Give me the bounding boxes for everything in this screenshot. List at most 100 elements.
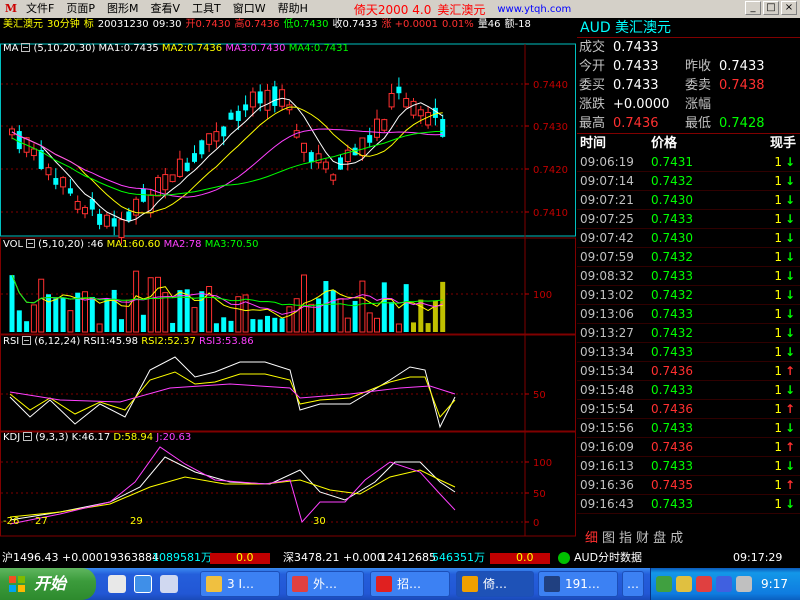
task-button[interactable]: 3 I… xyxy=(200,571,280,597)
trade-volume: 1 xyxy=(774,250,782,264)
panel-tab[interactable]: 财 xyxy=(634,527,651,546)
task-button[interactable]: 191… xyxy=(538,571,618,597)
close-button[interactable]: × xyxy=(781,1,797,15)
desktop-icon[interactable] xyxy=(160,575,178,593)
minimize-button[interactable]: _ xyxy=(745,1,761,15)
tray-network-icon[interactable] xyxy=(676,576,692,592)
kdj-tick-0-label: 0 xyxy=(533,518,539,529)
trade-list[interactable]: 09:06:19 0.7431 1 ↓ 09:07:14 0.7432 1 ↓ 09:07:21… xyxy=(577,153,800,514)
arrow-up-icon: ↑ xyxy=(784,364,795,378)
period-label[interactable]: 30分钟 xyxy=(47,18,80,32)
collapse-icon[interactable] xyxy=(26,239,36,248)
bar-low: 低0.7430 xyxy=(283,19,329,30)
browser-icon[interactable] xyxy=(134,575,152,593)
trade-price: 0.7436 xyxy=(651,364,693,378)
trade-time: 09:15:56 xyxy=(580,421,634,435)
trade-row[interactable]: 09:13:02 0.7432 1 ↓ xyxy=(577,286,800,305)
trade-row[interactable]: 09:13:06 0.7433 1 ↓ xyxy=(577,305,800,324)
candle-body xyxy=(249,91,256,108)
trade-row[interactable]: 09:16:43 0.7433 1 ↓ xyxy=(577,495,800,514)
trade-price: 0.7433 xyxy=(651,212,693,226)
trade-row[interactable]: 09:07:59 0.7432 1 ↓ xyxy=(577,248,800,267)
candle-body xyxy=(330,174,337,181)
ma-legend: MA (5,10,20,30) MA1:0.7435 MA2:0.7436 MA3… xyxy=(3,43,349,55)
menu-file[interactable]: 文件F xyxy=(20,0,60,18)
trade-row[interactable]: 09:15:48 0.7433 1 ↓ xyxy=(577,381,800,400)
volume-bar xyxy=(411,322,416,332)
volume-bar xyxy=(170,322,176,332)
start-button[interactable]: 开始 xyxy=(0,568,96,600)
trade-row[interactable]: 09:16:13 0.7433 1 ↓ xyxy=(577,457,800,476)
kdj-panel-frame xyxy=(0,431,576,537)
collapse-icon[interactable] xyxy=(22,336,32,345)
task-button[interactable]: 招… xyxy=(370,571,450,597)
system-tray: 9:17 xyxy=(650,568,800,600)
volume-bar xyxy=(366,312,373,333)
collapse-icon[interactable] xyxy=(23,432,33,441)
trade-row[interactable]: 09:07:14 0.7432 1 ↓ xyxy=(577,172,800,191)
trade-row[interactable]: 09:15:56 0.7433 1 ↓ xyxy=(577,419,800,438)
windows-flag-icon xyxy=(9,576,25,592)
arrow-down-icon: ↓ xyxy=(784,326,795,340)
sz-volume: 12412685 xyxy=(380,551,436,564)
window-icon xyxy=(292,576,308,592)
ma-params: (5,10,20,30) xyxy=(33,43,96,54)
quote-key: 最高 xyxy=(579,116,606,131)
candle-body xyxy=(118,219,125,238)
panel-tab[interactable]: 指 xyxy=(617,527,634,546)
candle-body xyxy=(388,93,395,108)
menu-graph[interactable]: 图形M xyxy=(101,0,145,18)
menu-help[interactable]: 帮助H xyxy=(272,0,314,18)
menu-page[interactable]: 页面P xyxy=(60,0,101,18)
trade-volume: 1 xyxy=(774,497,782,511)
panel-tab[interactable]: 细 xyxy=(583,527,600,546)
candle-body xyxy=(264,89,271,111)
trade-row[interactable]: 09:13:34 0.7433 1 ↓ xyxy=(577,343,800,362)
trade-row[interactable]: 09:16:09 0.7436 1 ↑ xyxy=(577,438,800,457)
restore-button[interactable]: □ xyxy=(763,1,779,15)
tray-app-icon[interactable] xyxy=(656,576,672,592)
sh-volume: 19363884 xyxy=(103,551,159,564)
menu-window[interactable]: 窗口W xyxy=(227,0,272,18)
trade-row[interactable]: 09:06:19 0.7431 1 ↓ xyxy=(577,153,800,172)
bar-time: 09:30 xyxy=(152,19,182,30)
quote-last-row: 成交 0.7433 xyxy=(577,38,800,57)
menu-view[interactable]: 查看V xyxy=(144,0,186,18)
trade-row[interactable]: 09:07:21 0.7430 1 ↓ xyxy=(577,191,800,210)
menu-tools[interactable]: 工具T xyxy=(186,0,227,18)
bar-change: 涨 +0.0001 xyxy=(381,19,439,30)
arrow-down-icon: ↓ xyxy=(784,231,795,245)
panel-tab[interactable]: 盘 xyxy=(651,527,668,546)
candle-body xyxy=(257,91,263,104)
volume-bar xyxy=(221,317,227,332)
trade-row[interactable]: 09:16:36 0.7435 1 ↑ xyxy=(577,476,800,495)
trade-row[interactable]: 09:15:54 0.7436 1 ↑ xyxy=(577,400,800,419)
status-clock: 09:17:29 xyxy=(733,551,783,564)
trade-row[interactable]: 09:07:25 0.7433 1 ↓ xyxy=(577,210,800,229)
trade-row[interactable]: 09:15:34 0.7436 1 ↑ xyxy=(577,362,800,381)
volume-bar xyxy=(111,289,117,332)
trade-row[interactable]: 09:13:27 0.7432 1 ↓ xyxy=(577,324,800,343)
volume-bar xyxy=(272,317,278,332)
panel-tab[interactable]: 图 xyxy=(600,527,617,546)
arrow-down-icon: ↓ xyxy=(784,307,795,321)
panel-tab[interactable]: 成 xyxy=(668,527,685,546)
media-player-icon[interactable] xyxy=(108,575,126,593)
trade-row[interactable]: 09:07:42 0.7430 1 ↓ xyxy=(577,229,800,248)
rsi1-value: RSI1:45.98 xyxy=(83,336,139,347)
tray-security-icon[interactable] xyxy=(696,576,712,592)
collapse-icon[interactable] xyxy=(21,43,31,52)
quote-value: 0.7436 xyxy=(613,116,659,131)
trade-row[interactable]: 09:08:32 0.7433 1 ↓ xyxy=(577,267,800,286)
tray-ime-icon[interactable] xyxy=(716,576,732,592)
task-button[interactable]: 外… xyxy=(286,571,364,597)
chart-canvas[interactable]: 0.7440 0.7430 0.7420 0.7410 100 50 100 50 0 -26 27… xyxy=(0,32,576,537)
tray-volume-icon[interactable] xyxy=(736,576,752,592)
quote-row: 今开 0.7433 昨收 0.7433 xyxy=(577,57,800,76)
sz-index: 深3478.21 +0.000 xyxy=(283,551,384,564)
task-button[interactable]: … xyxy=(622,571,644,597)
rsi-panel-frame xyxy=(0,334,576,432)
candle-body xyxy=(169,174,176,183)
volume-bar xyxy=(293,298,300,333)
task-button[interactable]: 倚… xyxy=(456,571,534,597)
